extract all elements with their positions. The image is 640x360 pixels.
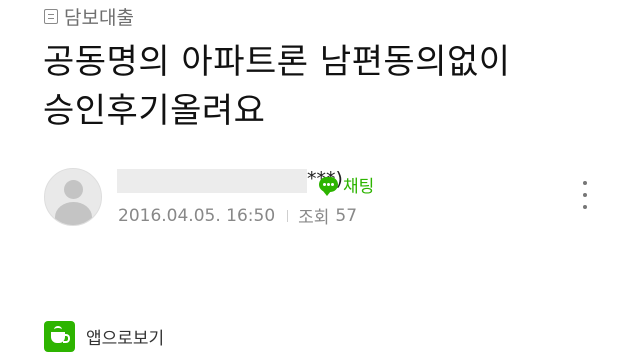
post-title-line-1: 공동명의 아파트론 남편동의없이 [43,42,511,82]
post-date: 2016.04.05. 16:50 [118,205,276,226]
meta-divider [287,209,289,222]
open-in-app-label: 앱으로보기 [86,329,165,349]
more-options-icon[interactable] [577,178,593,212]
board-list-icon [44,9,58,24]
views-label: 조회 [298,208,330,228]
chat-button[interactable]: 채팅 [319,172,374,197]
views-count: 57 [335,205,358,226]
author-row: ***) 채팅 2016.04.05. 16:50 조회 57 [44,168,604,232]
chat-label: 채팅 [343,177,375,197]
chat-bubble-icon [319,177,338,196]
author-name-redacted [117,169,307,193]
post-title: 공동명의 아파트론 남편동의없이 승인후기올려요 [43,38,603,136]
cafe-app-icon [44,321,75,352]
open-in-app-link[interactable]: 앱으로보기 [44,321,164,352]
board-link[interactable]: 담보대출 [44,3,134,30]
board-name: 담보대출 [64,7,134,29]
post-meta: 2016.04.05. 16:50 조회 57 [118,203,358,229]
post-title-line-2: 승인후기올려요 [43,91,266,131]
avatar[interactable] [44,168,102,226]
avatar-head [64,180,83,199]
avatar-shoulders [55,202,92,225]
